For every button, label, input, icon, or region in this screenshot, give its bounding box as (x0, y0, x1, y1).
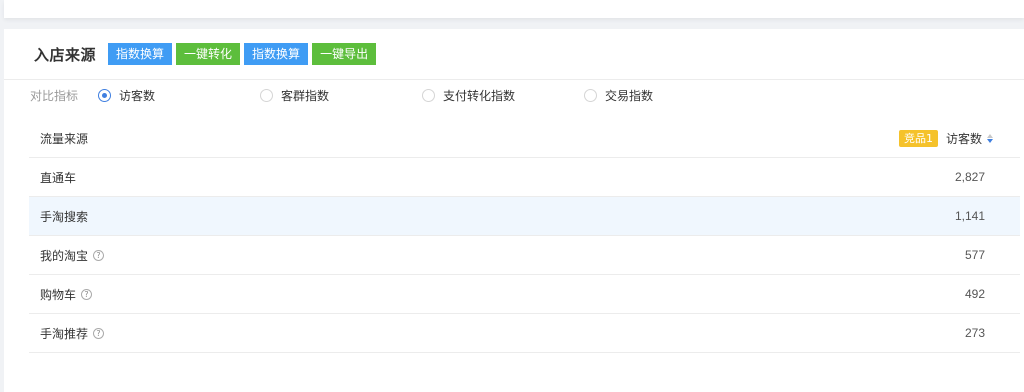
radio-unchecked-icon[interactable] (260, 88, 273, 102)
sort-icon[interactable] (987, 133, 993, 143)
visitor-count: 492 (964, 287, 985, 301)
column-header-source: 流量来源 (40, 131, 89, 146)
table-header: 流量来源 竞品1 访客数 (29, 119, 1020, 158)
radio-payment-conversion-index[interactable]: 支付转化指数 (422, 87, 584, 104)
table-row[interactable]: 直通车 2,827 (29, 158, 1020, 197)
radio-label-transaction-index: 交易指数 (605, 88, 654, 103)
visitor-count: 273 (964, 326, 985, 340)
index-convert-button[interactable]: 指数换算 (108, 43, 173, 65)
source-name: 直通车 (40, 170, 77, 185)
source-name: 我的淘宝 (40, 248, 89, 263)
table-row[interactable]: 手淘推荐 ? 273 (29, 314, 1020, 353)
help-icon[interactable]: ? (81, 288, 93, 300)
radio-unchecked-icon[interactable] (422, 88, 435, 102)
panel-header: 入店来源 指数换算 一键转化 指数换算 一键导出 (4, 29, 1024, 80)
source-cell: 手淘推荐 ? (40, 325, 105, 342)
source-name: 手淘推荐 (40, 326, 89, 341)
source-cell: 直通车 (40, 169, 76, 186)
metric-selector: 对比指标 访客数 客群指数 支付转化指数 交易指数 (30, 86, 746, 104)
help-icon[interactable]: ? (93, 327, 105, 339)
traffic-source-table: 流量来源 竞品1 访客数 直通车 2,827 手淘搜索 1,141 我的淘宝 ?… (29, 119, 1020, 353)
visitor-count: 2,827 (954, 170, 985, 184)
table-row[interactable]: 我的淘宝 ? 577 (29, 236, 1020, 275)
source-cell: 购物车 ? (40, 286, 93, 303)
help-icon[interactable]: ? (93, 249, 105, 261)
radio-customer-index[interactable]: 客群指数 (260, 87, 422, 104)
source-cell: 我的淘宝 ? (40, 247, 105, 264)
source-cell: 手淘搜索 (40, 208, 88, 225)
one-click-convert-button[interactable]: 一键转化 (176, 43, 241, 65)
panel-title: 入店来源 (34, 45, 97, 64)
radio-unchecked-icon[interactable] (584, 88, 597, 102)
visitor-count: 577 (964, 248, 985, 262)
radio-checked-icon[interactable] (98, 88, 111, 102)
competitor-badge: 竞品1 (898, 129, 938, 147)
visitor-count: 1,141 (954, 209, 985, 223)
radio-label-payment-conversion-index: 支付转化指数 (443, 88, 516, 103)
radio-visitors[interactable]: 访客数 (98, 87, 260, 104)
one-click-export-button[interactable]: 一键导出 (312, 43, 377, 65)
metric-label: 对比指标 (30, 88, 79, 103)
column-header-visitors: 访客数 (945, 131, 982, 146)
source-name: 购物车 (40, 287, 77, 302)
column-header-value[interactable]: 竞品1 访客数 (898, 129, 993, 147)
radio-label-visitors: 访客数 (119, 88, 156, 103)
radio-label-customer-index: 客群指数 (281, 88, 330, 103)
top-card (4, 0, 1024, 18)
table-row[interactable]: 手淘搜索 1,141 (29, 197, 1020, 236)
source-name: 手淘搜索 (40, 209, 89, 224)
radio-transaction-index[interactable]: 交易指数 (584, 87, 746, 104)
index-convert-button-2[interactable]: 指数换算 (244, 43, 309, 65)
table-row[interactable]: 购物车 ? 492 (29, 275, 1020, 314)
